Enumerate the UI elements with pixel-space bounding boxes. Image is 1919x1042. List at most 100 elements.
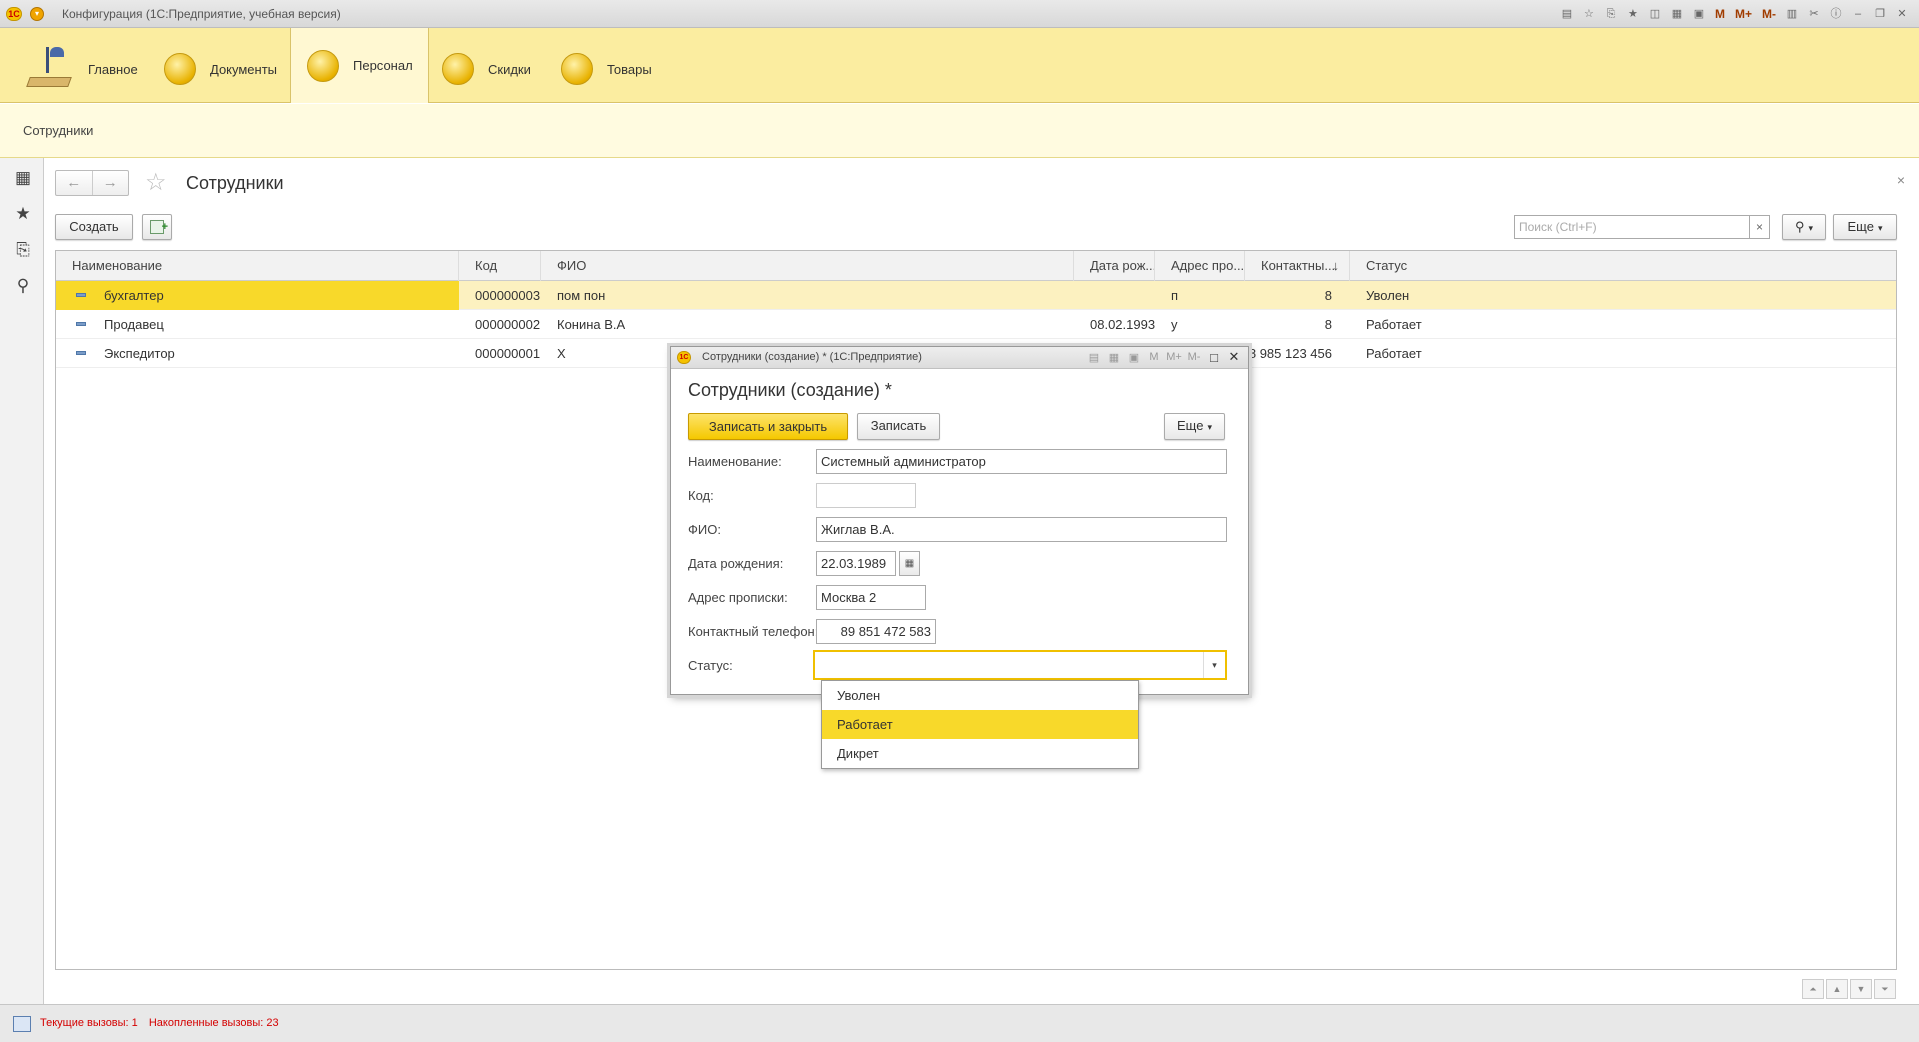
search-clear-button[interactable]: × (1750, 215, 1770, 239)
section-goods[interactable]: Товары (547, 34, 666, 104)
nav-item-employees[interactable]: Сотрудники (23, 123, 93, 138)
calendar-icon[interactable]: ▣ (1690, 5, 1708, 23)
memory-m-button[interactable]: M (1712, 5, 1728, 23)
save-and-close-button[interactable]: Записать и закрыть (688, 413, 848, 440)
catalog-item-icon (76, 322, 86, 326)
performance-icon[interactable] (13, 1016, 31, 1032)
dropdown-option-maternity[interactable]: Дикрет (822, 739, 1138, 768)
section-label: Главное (88, 61, 138, 77)
copy-button[interactable] (142, 214, 172, 240)
minimize-icon[interactable]: – (1849, 5, 1867, 23)
favorites-icon[interactable]: ☆ (1580, 5, 1598, 23)
apps-grid-icon[interactable]: ▦ (13, 168, 33, 188)
chevron-down-icon: ▾ (1877, 223, 1883, 233)
restore-icon[interactable]: ❐ (1871, 5, 1889, 23)
status-select[interactable]: ▾ (813, 650, 1227, 680)
cell-status: Работает (1366, 317, 1422, 332)
memory-mminus-button[interactable]: M- (1186, 351, 1202, 363)
cell-address: п (1171, 288, 1179, 303)
close-window-icon[interactable]: ✕ (1893, 5, 1911, 23)
close-form-icon[interactable]: × (1897, 172, 1905, 188)
add-favorite-star-icon[interactable]: ☆ (145, 171, 167, 195)
column-header-code[interactable]: Код (459, 251, 541, 281)
column-header-address[interactable]: Адрес про... (1155, 251, 1245, 281)
column-header-phone[interactable]: Контактны... ↓ (1245, 251, 1350, 281)
cell-status: Уволен (1366, 288, 1410, 303)
scroll-down-icon[interactable]: ▼ (1850, 979, 1872, 999)
chevron-down-icon[interactable]: ▾ (1203, 652, 1225, 678)
section-ball-icon (442, 53, 474, 85)
memory-mminus-button[interactable]: M- (1759, 5, 1779, 23)
scroll-bottom-icon[interactable]: ⏷ (1874, 979, 1896, 999)
name-field[interactable]: Системный администратор (816, 449, 1227, 474)
tools-icon[interactable]: ✂ (1805, 5, 1823, 23)
info-icon[interactable]: ⓘ (1827, 5, 1845, 23)
column-header-fio[interactable]: ФИО (541, 251, 1074, 281)
search-icon[interactable]: ⚲ (13, 276, 33, 296)
print-icon[interactable]: ▤ (1086, 351, 1102, 364)
link-icon[interactable]: ⎘ (1602, 5, 1620, 23)
table-scroll-buttons: ⏶ ▲ ▼ ⏷ (1802, 979, 1896, 999)
print-icon[interactable]: ▤ (1558, 5, 1576, 23)
dropdown-option-working[interactable]: Работает (822, 710, 1138, 739)
current-calls: Текущие вызовы: 1 (40, 1017, 138, 1029)
cell-name-text: Продавец (104, 317, 164, 332)
main-menu-icon[interactable]: ▾ (30, 7, 44, 21)
search-icon: ⚲ (1794, 219, 1805, 234)
column-header-name[interactable]: Наименование (56, 251, 459, 281)
cell-status: Работает (1366, 346, 1422, 361)
back-arrow-icon[interactable]: ← (56, 171, 93, 195)
status-bar: Текущие вызовы: 1 Накопленные вызовы: 23 (0, 1004, 1919, 1042)
create-button[interactable]: Создать (55, 214, 133, 240)
memory-mplus-button[interactable]: M+ (1732, 5, 1755, 23)
scroll-up-icon[interactable]: ▲ (1826, 979, 1848, 999)
section-ball-icon (307, 49, 339, 82)
more-button[interactable]: Еще ▾ (1833, 214, 1897, 240)
save-button[interactable]: Записать (857, 413, 940, 440)
calculator-icon[interactable]: ▦ (1106, 351, 1122, 364)
chevron-down-icon: ▾ (1808, 223, 1814, 233)
forward-arrow-icon[interactable]: → (93, 171, 129, 195)
calculator-icon[interactable]: ▦ (1668, 5, 1686, 23)
cell-phone: 8 985 123 456 (1248, 346, 1332, 361)
panels-icon[interactable]: ▥ (1783, 5, 1801, 23)
dialog-more-button[interactable]: Еще ▾ (1164, 413, 1225, 440)
section-label: Документы (210, 61, 278, 77)
section-label: Персонал (353, 58, 413, 73)
code-field[interactable] (816, 483, 916, 508)
fio-field[interactable]: Жиглав В.А. (816, 517, 1227, 542)
app-logo-icon: 1С (677, 351, 691, 364)
section-main[interactable]: Главное (10, 34, 152, 104)
section-discounts[interactable]: Скидки (428, 34, 545, 104)
memory-m-button[interactable]: M (1146, 351, 1162, 363)
address-label: Адрес прописки: (688, 590, 788, 605)
memory-mplus-button[interactable]: M+ (1166, 351, 1182, 363)
table-row[interactable]: Продавец 000000002 Конина В.А 08.02.1993… (56, 310, 1896, 339)
phone-field[interactable]: 89 851 472 583 (816, 619, 936, 644)
status-label: Статус: (688, 658, 733, 673)
column-header-birth[interactable]: Дата рож... (1074, 251, 1155, 281)
address-field[interactable]: Москва 2 (816, 585, 926, 610)
birth-date-field[interactable]: 22.03.1989 (816, 551, 896, 576)
search-button[interactable]: ⚲ ▾ (1782, 214, 1826, 240)
search-input[interactable]: Поиск (Ctrl+F) (1514, 215, 1750, 239)
dropdown-option-fired[interactable]: Уволен (822, 681, 1138, 710)
app-logo-icon: 1С (6, 7, 22, 21)
scroll-top-icon[interactable]: ⏶ (1802, 979, 1824, 999)
calendar-picker-icon[interactable]: ▦ (899, 551, 920, 576)
home-star-icon[interactable]: ★ (1624, 5, 1642, 23)
calendar-icon[interactable]: ▣ (1126, 351, 1142, 364)
favorites-star-icon[interactable]: ★ (13, 204, 33, 224)
section-documents[interactable]: Документы (150, 34, 291, 104)
server-calls-info: Текущие вызовы: 1 Накопленные вызовы: 23 (40, 1017, 287, 1029)
history-icon[interactable]: ◫ (1646, 5, 1664, 23)
table-row[interactable]: бухгалтер 000000003 пом пон п 8 Уволен (56, 281, 1896, 310)
sort-arrow-icon: ↓ (1332, 258, 1340, 273)
history-icon[interactable]: ⎘ (13, 240, 33, 260)
cell-name: Продавец (56, 310, 459, 339)
maximize-icon[interactable]: □ (1206, 350, 1222, 365)
section-personnel[interactable]: Персонал (290, 28, 429, 103)
close-icon[interactable]: ✕ (1226, 349, 1242, 365)
cell-code: 000000001 (475, 346, 541, 361)
column-header-status[interactable]: Статус (1350, 251, 1898, 281)
